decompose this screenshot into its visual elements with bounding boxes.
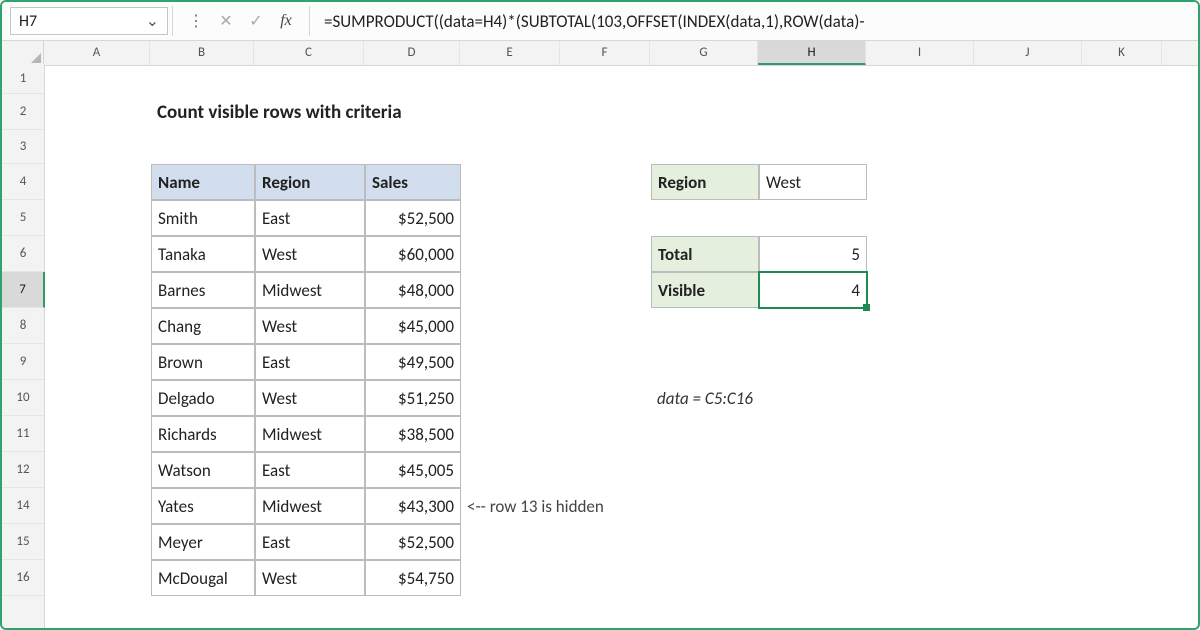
- table-cell-name[interactable]: Delgado: [151, 380, 255, 416]
- table-cell-region[interactable]: West: [255, 380, 365, 416]
- table-cell-sales[interactable]: $48,000: [365, 272, 461, 308]
- side-visible-value[interactable]: 4: [759, 272, 867, 308]
- row-header[interactable]: 10: [2, 380, 44, 416]
- separator: [309, 6, 310, 36]
- table-cell-name[interactable]: Barnes: [151, 272, 255, 308]
- table-cell-region[interactable]: West: [255, 560, 365, 596]
- row-header[interactable]: 1: [2, 64, 44, 94]
- table-cell-region[interactable]: East: [255, 524, 365, 560]
- table-header-region[interactable]: Region: [255, 164, 365, 200]
- name-box-value: H7: [19, 12, 37, 31]
- table-header-name[interactable]: Name: [151, 164, 255, 200]
- formula-bar-icons: ⋮ ✕ ✓ fx: [177, 2, 305, 40]
- table-cell-region[interactable]: East: [255, 200, 365, 236]
- grid-body: 123456789101112141516 Count visible rows…: [2, 64, 1198, 628]
- column-header[interactable]: C: [254, 41, 364, 65]
- side-total-label[interactable]: Total: [651, 236, 759, 272]
- table-cell-name[interactable]: Tanaka: [151, 236, 255, 272]
- column-header[interactable]: A: [44, 41, 150, 65]
- table-cell-sales[interactable]: $60,000: [365, 236, 461, 272]
- table-cell-sales[interactable]: $54,750: [365, 560, 461, 596]
- separator: [172, 6, 173, 36]
- table-cell-sales[interactable]: $45,005: [365, 452, 461, 488]
- table-cell-name[interactable]: Watson: [151, 452, 255, 488]
- hidden-row-note: <-- row 13 is hidden: [461, 488, 759, 524]
- row-header[interactable]: 14: [2, 488, 44, 524]
- formula-text: =SUMPRODUCT((data=H4)*(SUBTOTAL(103,OFFS…: [324, 11, 865, 32]
- row-header[interactable]: 5: [2, 200, 44, 236]
- table-cell-region[interactable]: East: [255, 452, 365, 488]
- row-header[interactable]: 15: [2, 524, 44, 560]
- column-header[interactable]: F: [560, 41, 650, 65]
- table-cell-name[interactable]: Richards: [151, 416, 255, 452]
- side-region-value[interactable]: West: [759, 164, 867, 200]
- table-cell-name[interactable]: Yates: [151, 488, 255, 524]
- table-cell-name[interactable]: Smith: [151, 200, 255, 236]
- row-header[interactable]: 16: [2, 560, 44, 596]
- column-header[interactable]: D: [364, 41, 460, 65]
- app-frame: H7 ⌄ ⋮ ✕ ✓ fx =SUMPRODUCT((data=H4)*(SUB…: [0, 0, 1200, 630]
- row-headers: 123456789101112141516: [2, 64, 45, 628]
- formula-input[interactable]: =SUMPRODUCT((data=H4)*(SUBTOTAL(103,OFFS…: [314, 2, 1198, 40]
- table-cell-region[interactable]: West: [255, 308, 365, 344]
- data-range-note: data = C5:C16: [651, 380, 975, 416]
- side-visible-label[interactable]: Visible: [651, 272, 759, 308]
- row-header[interactable]: 3: [2, 130, 44, 164]
- column-header[interactable]: B: [150, 41, 254, 65]
- table-cell-sales[interactable]: $52,500: [365, 524, 461, 560]
- table-cell-sales[interactable]: $45,000: [365, 308, 461, 344]
- table-cell-sales[interactable]: $38,500: [365, 416, 461, 452]
- sheet[interactable]: Count visible rows with criteriaNameRegi…: [45, 64, 1198, 628]
- table-cell-name[interactable]: Brown: [151, 344, 255, 380]
- table-cell-region[interactable]: Midwest: [255, 416, 365, 452]
- table-header-sales[interactable]: Sales: [365, 164, 461, 200]
- chevron-down-icon[interactable]: ⌄: [146, 11, 159, 31]
- table-cell-name[interactable]: Chang: [151, 308, 255, 344]
- row-header[interactable]: 8: [2, 308, 44, 344]
- table-cell-region[interactable]: Midwest: [255, 272, 365, 308]
- row-header[interactable]: 2: [2, 94, 44, 130]
- table-cell-region[interactable]: West: [255, 236, 365, 272]
- page-title: Count visible rows with criteria: [151, 94, 561, 130]
- more-icon[interactable]: ⋮: [187, 11, 205, 31]
- row-header[interactable]: 12: [2, 452, 44, 488]
- column-header[interactable]: J: [974, 41, 1082, 65]
- table-cell-name[interactable]: McDougal: [151, 560, 255, 596]
- side-total-value[interactable]: 5: [759, 236, 867, 272]
- row-header[interactable]: 11: [2, 416, 44, 452]
- select-all-corner[interactable]: [2, 41, 44, 65]
- formula-bar: H7 ⌄ ⋮ ✕ ✓ fx =SUMPRODUCT((data=H4)*(SUB…: [2, 2, 1198, 41]
- table-cell-name[interactable]: Meyer: [151, 524, 255, 560]
- name-box-wrap: H7 ⌄: [2, 2, 168, 40]
- table-cell-region[interactable]: Midwest: [255, 488, 365, 524]
- column-header[interactable]: K: [1082, 41, 1162, 65]
- row-header[interactable]: 6: [2, 236, 44, 272]
- column-header[interactable]: I: [866, 41, 974, 65]
- column-headers: ABCDEFGHIJK: [2, 41, 1198, 66]
- side-region-label[interactable]: Region: [651, 164, 759, 200]
- enter-icon[interactable]: ✓: [247, 11, 265, 31]
- column-header[interactable]: G: [650, 41, 758, 65]
- column-header[interactable]: H: [758, 41, 866, 65]
- name-box[interactable]: H7 ⌄: [10, 7, 168, 35]
- row-header[interactable]: 9: [2, 344, 44, 380]
- table-cell-sales[interactable]: $51,250: [365, 380, 461, 416]
- fx-icon[interactable]: fx: [277, 12, 295, 30]
- table-cell-sales[interactable]: $43,300: [365, 488, 461, 524]
- select-all-icon: [31, 53, 41, 63]
- table-cell-region[interactable]: East: [255, 344, 365, 380]
- table-cell-sales[interactable]: $49,500: [365, 344, 461, 380]
- cancel-icon[interactable]: ✕: [217, 11, 235, 31]
- row-header[interactable]: 4: [2, 164, 44, 200]
- column-header[interactable]: E: [460, 41, 560, 65]
- row-header[interactable]: 7: [2, 272, 45, 308]
- table-cell-sales[interactable]: $52,500: [365, 200, 461, 236]
